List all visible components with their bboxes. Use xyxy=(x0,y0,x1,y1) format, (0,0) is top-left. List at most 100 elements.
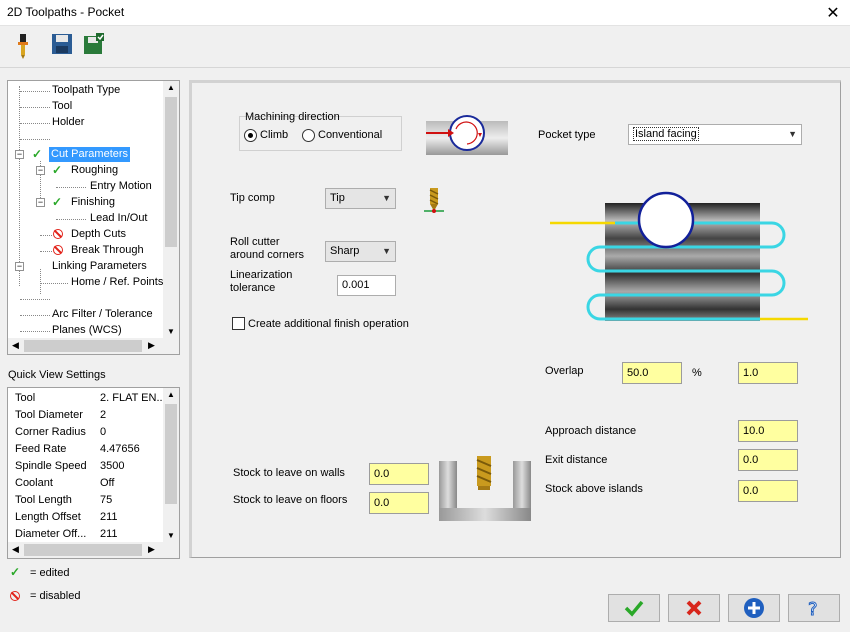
tree-item-home-ref-points[interactable]: Home / Ref. Points xyxy=(71,275,163,290)
quick-view-title: Quick View Settings xyxy=(8,369,106,381)
qv-vertical-scrollbar[interactable]: ▲ ▼ xyxy=(163,388,179,542)
additional-finish-label: Create additional finish operation xyxy=(248,318,409,330)
qv-row: Diameter Off... 211 xyxy=(15,528,118,540)
disabled-icon xyxy=(53,229,63,239)
tree-item-planes-wcs[interactable]: Planes (WCS) xyxy=(52,323,122,338)
tree-item-depth-cuts[interactable]: Depth Cuts xyxy=(71,227,126,242)
additional-finish-checkbox[interactable] xyxy=(232,317,245,330)
save-as-icon xyxy=(84,33,104,54)
ok-button[interactable] xyxy=(608,594,660,622)
tree-item-break-through[interactable]: Break Through xyxy=(71,243,144,258)
qv-row: Tool 2. FLAT EN.. xyxy=(15,392,163,404)
tool-pin-button[interactable] xyxy=(10,32,36,59)
tree-item-holder[interactable]: Holder xyxy=(52,115,84,130)
tip-comp-label: Tip comp xyxy=(230,192,275,204)
overlap-label: Overlap xyxy=(545,365,584,377)
apply-button[interactable] xyxy=(728,594,780,622)
edited-check-icon: ✓ xyxy=(32,147,43,161)
save-as-button[interactable] xyxy=(82,32,108,58)
climb-radio[interactable] xyxy=(244,129,257,142)
tree-item-linking-parameters[interactable]: Linking Parameters xyxy=(52,259,147,274)
expand-toggle[interactable]: − xyxy=(36,166,45,175)
linearization-tolerance-input[interactable]: 0.001 xyxy=(337,275,396,296)
disabled-icon xyxy=(53,245,63,255)
pocket-type-label: Pocket type xyxy=(538,129,596,141)
stock-walls-label: Stock to leave on walls xyxy=(233,467,345,479)
stock-floors-label: Stock to leave on floors xyxy=(233,494,348,506)
tree-item-arc-filter[interactable]: Arc Filter / Tolerance xyxy=(52,307,153,322)
qv-row: Corner Radius 0 xyxy=(15,426,107,438)
qv-row: Tool Diameter 2 xyxy=(15,409,107,421)
cut-parameters-panel: Machining direction Climb Conventional P… xyxy=(189,80,841,558)
tree-item-entry-motion[interactable]: Entry Motion xyxy=(90,179,152,194)
plus-circle-icon xyxy=(744,598,764,618)
edited-check-icon: ✓ xyxy=(52,195,63,209)
checkmark-icon xyxy=(624,600,644,617)
roll-cutter-label-1: Roll cutter xyxy=(230,236,280,248)
island-facing-illustration xyxy=(550,191,808,321)
stock-floors-input[interactable]: 0.0 xyxy=(369,492,429,514)
exit-distance-label: Exit distance xyxy=(545,454,608,466)
edited-check-icon: ✓ xyxy=(10,565,21,579)
machining-direction-label: Machining direction xyxy=(245,111,340,123)
overlap-percent-input[interactable]: 50.0 xyxy=(622,362,682,384)
approach-distance-label: Approach distance xyxy=(545,425,637,437)
close-button[interactable]: ✕ xyxy=(816,0,850,26)
conventional-radio[interactable] xyxy=(302,129,315,142)
toolbar xyxy=(0,26,850,68)
chevron-down-icon: ▼ xyxy=(382,193,391,203)
x-icon xyxy=(686,600,702,616)
tree-item-tool[interactable]: Tool xyxy=(52,99,72,114)
tree-item-lead-in-out[interactable]: Lead In/Out xyxy=(90,211,148,226)
chevron-down-icon: ▼ xyxy=(382,246,391,256)
pocket-type-dropdown[interactable]: Island facing ▼ xyxy=(628,124,802,145)
stock-above-islands-input[interactable]: 0.0 xyxy=(738,480,798,502)
tree-item-roughing[interactable]: Roughing xyxy=(71,163,118,178)
tree-item-toolpath-type[interactable]: Toolpath Type xyxy=(52,83,120,98)
question-icon: ? xyxy=(808,599,819,619)
linearization-label-1: Linearization xyxy=(230,269,293,281)
qv-row: Spindle Speed 3500 xyxy=(15,460,125,472)
svg-text:?: ? xyxy=(808,599,818,618)
stock-illustration xyxy=(439,456,531,521)
overlap-value-input[interactable]: 1.0 xyxy=(738,362,798,384)
climb-label: Climb xyxy=(260,129,289,141)
stock-walls-input[interactable]: 0.0 xyxy=(369,463,429,485)
tree-horizontal-scrollbar[interactable]: ◀ ▶ xyxy=(8,338,179,354)
qv-row: Feed Rate 4.47656 xyxy=(15,443,140,455)
tip-comp-icon xyxy=(424,188,444,213)
stock-above-islands-label: Stock above islands xyxy=(545,483,643,495)
cancel-button[interactable] xyxy=(668,594,720,622)
title-bar: 2D Toolpaths - Pocket ✕ xyxy=(0,0,850,26)
qv-row: Tool Length 75 xyxy=(15,494,113,506)
expand-toggle[interactable]: − xyxy=(15,262,24,271)
save-button[interactable] xyxy=(50,32,76,58)
tree-vertical-scrollbar[interactable]: ▲ ▼ xyxy=(163,81,179,338)
climb-illustration xyxy=(426,115,508,155)
approach-distance-input[interactable]: 10.0 xyxy=(738,420,798,442)
close-icon: ✕ xyxy=(826,5,840,22)
tree-item-cut-parameters[interactable]: Cut Parameters xyxy=(49,147,131,162)
help-button[interactable]: ? xyxy=(788,594,840,622)
quick-view-panel[interactable]: Tool 2. FLAT EN.. Tool Diameter 2 Corner R… xyxy=(7,387,180,559)
save-icon xyxy=(52,34,72,54)
exit-distance-input[interactable]: 0.0 xyxy=(738,449,798,471)
conventional-label: Conventional xyxy=(318,129,383,141)
qv-row: Length Offset 211 xyxy=(15,511,118,523)
qv-row: Coolant Off xyxy=(15,477,115,489)
roll-cutter-dropdown[interactable]: Sharp ▼ xyxy=(325,241,396,262)
chevron-down-icon: ▼ xyxy=(788,129,797,139)
roll-cutter-label-2: around corners xyxy=(230,249,304,261)
expand-toggle[interactable]: − xyxy=(36,198,45,207)
qv-horizontal-scrollbar[interactable]: ◀ ▶ xyxy=(8,542,179,558)
linearization-label-2: tolerance xyxy=(230,282,276,294)
overlap-unit-label: % xyxy=(692,367,702,379)
expand-toggle[interactable]: − xyxy=(15,150,24,159)
tool-pin-icon xyxy=(18,34,28,59)
tip-comp-dropdown[interactable]: Tip ▼ xyxy=(325,188,396,209)
window-title: 2D Toolpaths - Pocket xyxy=(7,5,125,19)
disabled-icon xyxy=(10,591,20,601)
tree-item-finishing[interactable]: Finishing xyxy=(71,195,115,210)
edited-check-icon: ✓ xyxy=(52,163,63,177)
parameter-tree[interactable]: Toolpath Type Tool Holder − ✓ Cut Parame… xyxy=(7,80,180,355)
